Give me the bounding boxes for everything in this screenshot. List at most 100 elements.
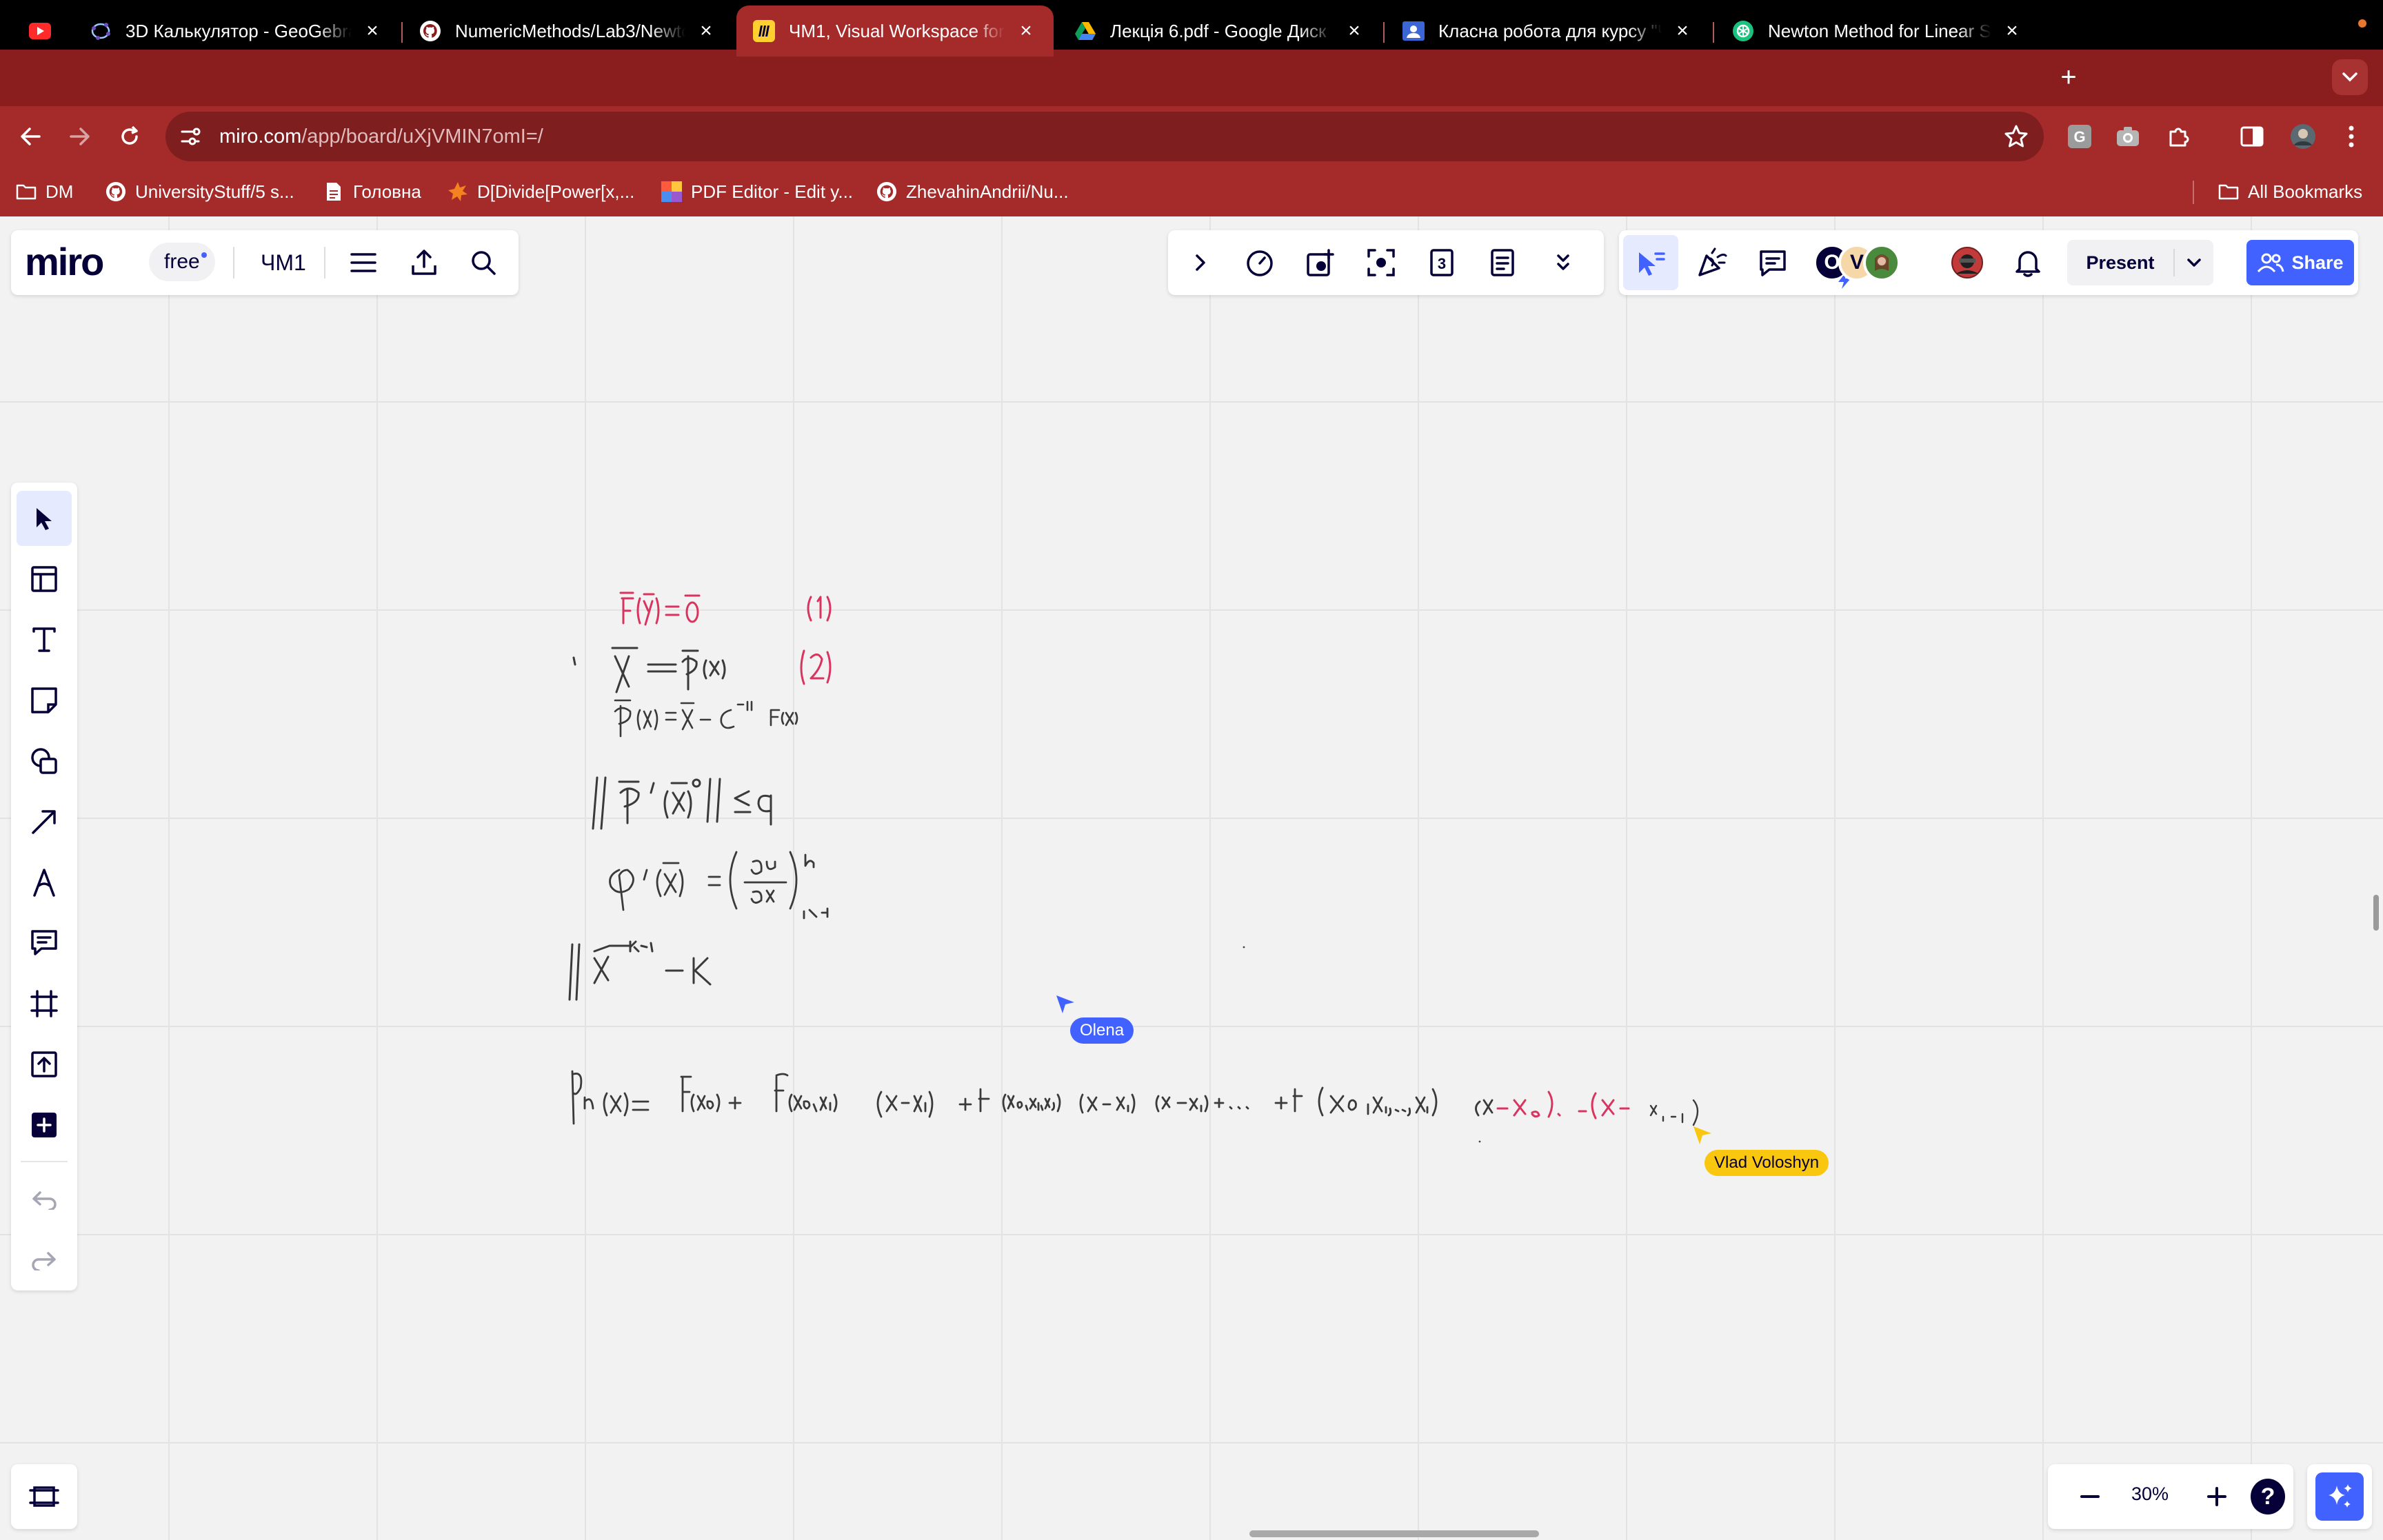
double-chevron-down-icon <box>1557 254 1569 270</box>
undo-button[interactable] <box>17 1172 72 1227</box>
browser-menu-icon[interactable] <box>2336 121 2366 152</box>
plan-badge[interactable]: free <box>149 243 215 281</box>
close-icon[interactable]: × <box>1671 20 1693 42</box>
celebrate-button[interactable] <box>1693 244 1731 281</box>
chevron-down-icon <box>2187 259 2201 267</box>
github-icon <box>876 181 898 203</box>
horizontal-scrollbar[interactable] <box>1249 1530 1539 1537</box>
chevron-right-icon <box>1196 254 1205 271</box>
close-icon[interactable]: × <box>1015 20 1037 42</box>
templates-tool[interactable] <box>17 551 72 607</box>
board-canvas[interactable] <box>0 216 2383 1540</box>
reload-button[interactable] <box>113 120 146 153</box>
search-button[interactable] <box>466 245 501 280</box>
select-tool[interactable] <box>17 491 72 546</box>
upload-tool[interactable] <box>17 1037 72 1092</box>
recording-indicator <box>2358 19 2366 28</box>
tab-geogebra[interactable]: 3D Калькулятор - GeoGebra × <box>73 6 400 57</box>
notification-dot <box>201 252 207 258</box>
reactions-button[interactable] <box>1302 244 1339 281</box>
follow-cursors-button[interactable] <box>1623 235 1678 290</box>
sticky-note-icon <box>31 687 57 713</box>
timer-button[interactable] <box>1241 244 1278 281</box>
divider <box>324 247 325 278</box>
more-tools-button[interactable] <box>1545 244 1582 281</box>
tab-google-drive[interactable]: Лекція 6.pdf - Google Диск × <box>1058 6 1382 57</box>
close-icon[interactable]: × <box>1343 20 1365 42</box>
bookmark-star-icon[interactable] <box>2004 124 2029 149</box>
extensions-puzzle-icon[interactable] <box>2164 121 2194 152</box>
arrow-diagonal-icon <box>32 810 56 834</box>
frame-tool[interactable] <box>17 976 72 1031</box>
close-icon[interactable]: × <box>2001 20 2023 42</box>
tab-label: Лекція 6.pdf - Google Диск <box>1110 20 1327 41</box>
main-menu-button[interactable] <box>346 245 381 280</box>
bookmark-wolfram[interactable]: D[Divide[Power[x,... <box>447 178 634 205</box>
bookmark-golovna[interactable]: Головна <box>323 178 421 205</box>
site-info-icon[interactable] <box>172 119 208 154</box>
shapes-tool[interactable] <box>17 733 72 789</box>
voting-button[interactable]: 3 <box>1423 244 1460 281</box>
more-apps-tool[interactable] <box>17 1097 72 1153</box>
frames-panel-button[interactable] <box>11 1464 77 1529</box>
tab-label: Newton Method for Linear Sy <box>1768 20 1991 41</box>
bookmark-zhevahinandrii[interactable]: ZhevahinAndrii/Nu... <box>876 178 1069 205</box>
connector-tool[interactable] <box>17 794 72 849</box>
share-button[interactable]: Share <box>2246 240 2354 285</box>
plus-icon <box>2207 1487 2226 1506</box>
profile-avatar[interactable] <box>2288 121 2318 152</box>
vertical-scrollbar[interactable] <box>2373 895 2379 931</box>
comments-button[interactable] <box>1754 244 1791 281</box>
present-options-button[interactable] <box>2175 258 2213 267</box>
upload-icon <box>31 1051 57 1077</box>
github-icon <box>419 20 441 42</box>
help-button[interactable]: ? <box>2251 1479 2285 1514</box>
divider <box>21 1161 68 1162</box>
miro-logo[interactable]: miro <box>25 243 104 281</box>
expand-tools-button[interactable] <box>1182 244 1219 281</box>
user-avatar[interactable] <box>1949 244 1986 281</box>
present-button[interactable]: Present <box>2067 240 2213 285</box>
new-tab-button[interactable]: + <box>2053 62 2084 92</box>
grammarly-extension-icon[interactable]: G <box>2064 121 2095 152</box>
bookmark-universitystuff[interactable]: UniversityStuff/5 s... <box>105 178 294 205</box>
notifications-button[interactable] <box>2009 244 2047 281</box>
tab-github-numericmethods[interactable]: NumericMethods/Lab3/Newto × <box>403 6 734 57</box>
zoom-out-button[interactable] <box>2073 1479 2107 1514</box>
focus-button[interactable] <box>1363 244 1400 281</box>
tab-miro-active[interactable]: ЧМ1, Visual Workspace for In × <box>736 6 1054 57</box>
avatar[interactable] <box>1863 244 1900 281</box>
tab-chatgpt[interactable]: Newton Method for Linear Sy × <box>1716 6 2040 57</box>
wolfram-icon <box>447 181 469 203</box>
screenshot-extension-icon[interactable] <box>2113 121 2143 152</box>
zoom-level[interactable]: 30% <box>2121 1483 2179 1505</box>
redo-button[interactable] <box>17 1233 72 1288</box>
side-panel-icon[interactable] <box>2237 121 2267 152</box>
text-tool[interactable] <box>17 612 72 667</box>
bookmark-dm[interactable]: DM <box>15 178 73 205</box>
address-bar[interactable]: miro.com/app/board/uXjVMIN7omI=/ <box>165 112 2044 161</box>
comment-tool[interactable] <box>17 915 72 971</box>
export-button[interactable] <box>407 245 441 280</box>
board-name[interactable]: ЧМ1 <box>261 248 306 277</box>
notes-button[interactable] <box>1484 244 1521 281</box>
collaborator-cursor-label: Vlad Voloshyn <box>1705 1150 1829 1176</box>
hamburger-menu-icon <box>350 253 376 272</box>
ai-assistant-button[interactable] <box>2307 1464 2372 1529</box>
tab-search-button[interactable] <box>2332 59 2368 95</box>
tab-youtube[interactable] <box>21 6 69 57</box>
bookmark-pdf-editor[interactable]: PDF Editor - Edit y... <box>661 178 853 205</box>
close-icon[interactable]: × <box>361 20 383 42</box>
forward-button[interactable] <box>63 120 97 153</box>
all-bookmarks-label: All Bookmarks <box>2248 181 2363 202</box>
sticky-note-tool[interactable] <box>17 673 72 728</box>
pen-tool[interactable] <box>17 855 72 910</box>
bookmark-label: D[Divide[Power[x,... <box>477 181 635 202</box>
close-icon[interactable]: × <box>695 20 717 42</box>
zoom-in-button[interactable] <box>2200 1479 2234 1514</box>
back-button[interactable] <box>14 120 47 153</box>
tab-google-classroom[interactable]: Класна робота для курсу "Ч × <box>1386 6 1710 57</box>
all-bookmarks-button[interactable]: All Bookmarks <box>2218 178 2362 205</box>
cursor-pointer-icon <box>1693 1126 1711 1144</box>
text-icon <box>32 627 56 652</box>
